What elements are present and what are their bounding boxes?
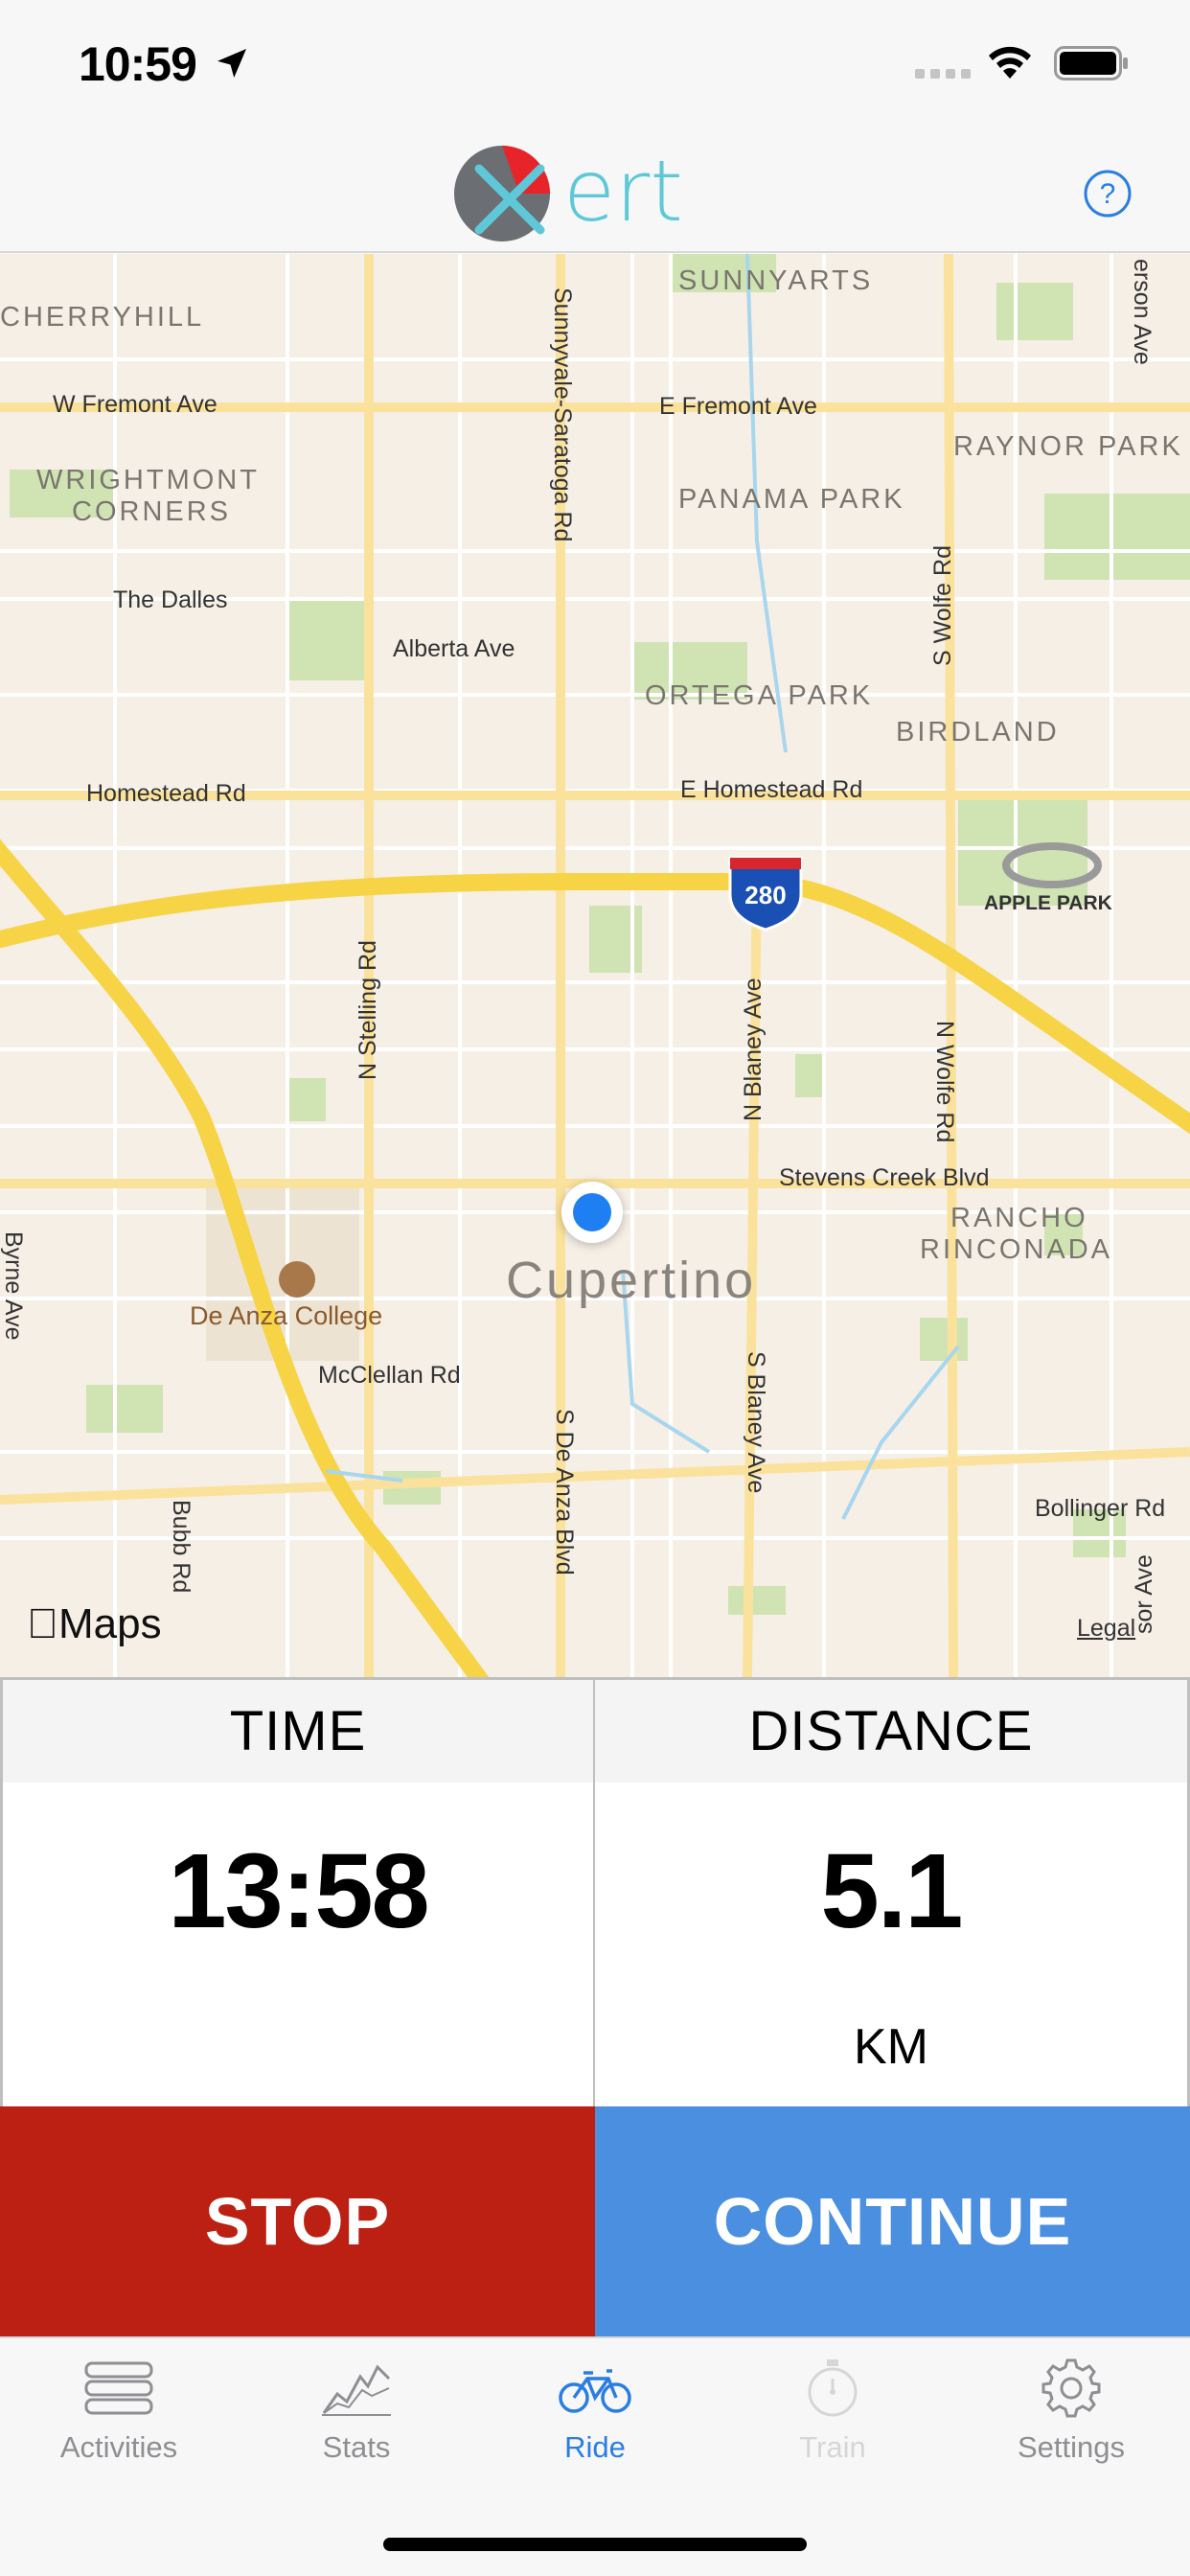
xert-logo: ert xyxy=(454,142,683,242)
map-road-label: N Wolfe Rd xyxy=(931,1021,958,1143)
chart-icon xyxy=(322,2364,391,2416)
logo-text: ert xyxy=(563,142,683,241)
map-legal-link[interactable]: Legal xyxy=(1077,1615,1135,1643)
tab-activities[interactable]: Activities xyxy=(0,2358,238,2501)
map-district-label: CORNERS xyxy=(72,496,232,527)
time-value: 13:58 xyxy=(168,1832,429,1950)
map-district-label: RAYNOR PARK xyxy=(953,431,1183,462)
map-poi-college: De Anza College xyxy=(190,1301,383,1330)
svg-text:280: 280 xyxy=(744,881,786,909)
map-road-label: N Blaney Ave xyxy=(740,978,767,1121)
distance-value: 5.1 xyxy=(820,1832,964,1950)
apple-maps-brand: Maps xyxy=(27,1600,162,1647)
svg-text:?: ? xyxy=(1100,178,1116,210)
time-label: TIME xyxy=(3,1677,593,1782)
map-road-label: S Blaney Ave xyxy=(743,1351,769,1494)
list-icon xyxy=(84,2361,153,2415)
map-road-label: N Stelling Rd xyxy=(355,940,381,1080)
map-road-label: S De Anza Blvd xyxy=(551,1409,578,1576)
bicycle-icon xyxy=(559,2369,631,2413)
tab-label: Train xyxy=(799,2430,866,2464)
tab-label: Settings xyxy=(1017,2430,1125,2464)
map-poi-apple-park: APPLE PARK xyxy=(984,892,1112,914)
map-road-label: Byrne Ave xyxy=(0,1231,27,1341)
continue-button[interactable]: CONTINUE xyxy=(595,2106,1190,2336)
map-view[interactable]: 280 CHERRYHILL SUNNYARTS RAYNOR PARK WRI… xyxy=(0,254,1190,1677)
tab-label: Ride xyxy=(564,2430,626,2464)
home-indicator xyxy=(383,2538,807,2551)
map-district-label: RANCHO xyxy=(950,1203,1088,1233)
highway-280-shield: 280 xyxy=(728,856,803,932)
stopwatch-icon xyxy=(808,2359,858,2417)
map-district-label: CHERRYHILL xyxy=(0,302,205,333)
map-road-label: Stevens Creek Blvd xyxy=(779,1164,990,1191)
status-bar: 10:59 xyxy=(0,0,1190,134)
tab-settings[interactable]: Settings xyxy=(952,2358,1190,2501)
map-district-label: SUNNYARTS xyxy=(678,265,874,296)
tab-ride[interactable]: Ride xyxy=(476,2358,714,2501)
user-location-dot xyxy=(561,1182,623,1243)
stop-button[interactable]: STOP xyxy=(0,2106,595,2336)
map-road-label: Homestead Rd xyxy=(86,780,246,807)
tab-train[interactable]: Train xyxy=(714,2358,951,2501)
map-district-label: PANAMA PARK xyxy=(678,484,905,515)
status-time: 10:59 xyxy=(79,37,197,91)
map-district-label: BIRDLAND xyxy=(896,717,1060,748)
map-road-label: E Fremont Ave xyxy=(659,393,817,420)
time-stat: TIME 13:58 xyxy=(0,1677,595,2106)
map-district-label: RINCONADA xyxy=(920,1234,1113,1265)
map-road-label: Bubb Rd xyxy=(168,1500,195,1594)
map-city-label: Cupertino xyxy=(506,1252,757,1309)
location-arrow-icon xyxy=(217,49,246,78)
battery-icon xyxy=(1054,46,1128,80)
distance-stat: DISTANCE 5.1 KM xyxy=(595,1677,1190,2106)
ride-stats-panel: TIME 13:58 DISTANCE 5.1 KM xyxy=(0,1677,1190,2106)
map-road-label: W Fremont Ave xyxy=(53,391,217,418)
distance-unit: KM xyxy=(854,2019,928,2075)
tab-label: Activities xyxy=(59,2430,178,2464)
map-road-label: McClellan Rd xyxy=(318,1362,461,1389)
map-district-label: WRIGHTMONT xyxy=(36,465,260,495)
tab-label: Stats xyxy=(322,2430,391,2464)
map-district-label: ORTEGA PARK xyxy=(645,680,874,711)
signal-icon xyxy=(915,69,971,79)
map-road-label: The Dalles xyxy=(113,586,228,613)
map-road-label: E Homestead Rd xyxy=(680,776,863,803)
map-road-label: Sunnyvale-Saratoga Rd xyxy=(549,288,576,542)
map-road-label: erson Ave xyxy=(1129,259,1156,365)
wifi-icon xyxy=(989,46,1031,79)
map-road-label: Alberta Ave xyxy=(393,635,515,662)
map-road-label: Bollinger Rd xyxy=(1035,1495,1166,1522)
distance-label: DISTANCE xyxy=(595,1677,1187,1782)
help-button[interactable]: ? xyxy=(1083,169,1133,218)
app-header: ert ? xyxy=(0,134,1190,253)
gear-icon xyxy=(1041,2358,1101,2418)
tab-stats[interactable]: Stats xyxy=(238,2358,475,2501)
map-road-label: S Wolfe Rd xyxy=(929,545,956,666)
